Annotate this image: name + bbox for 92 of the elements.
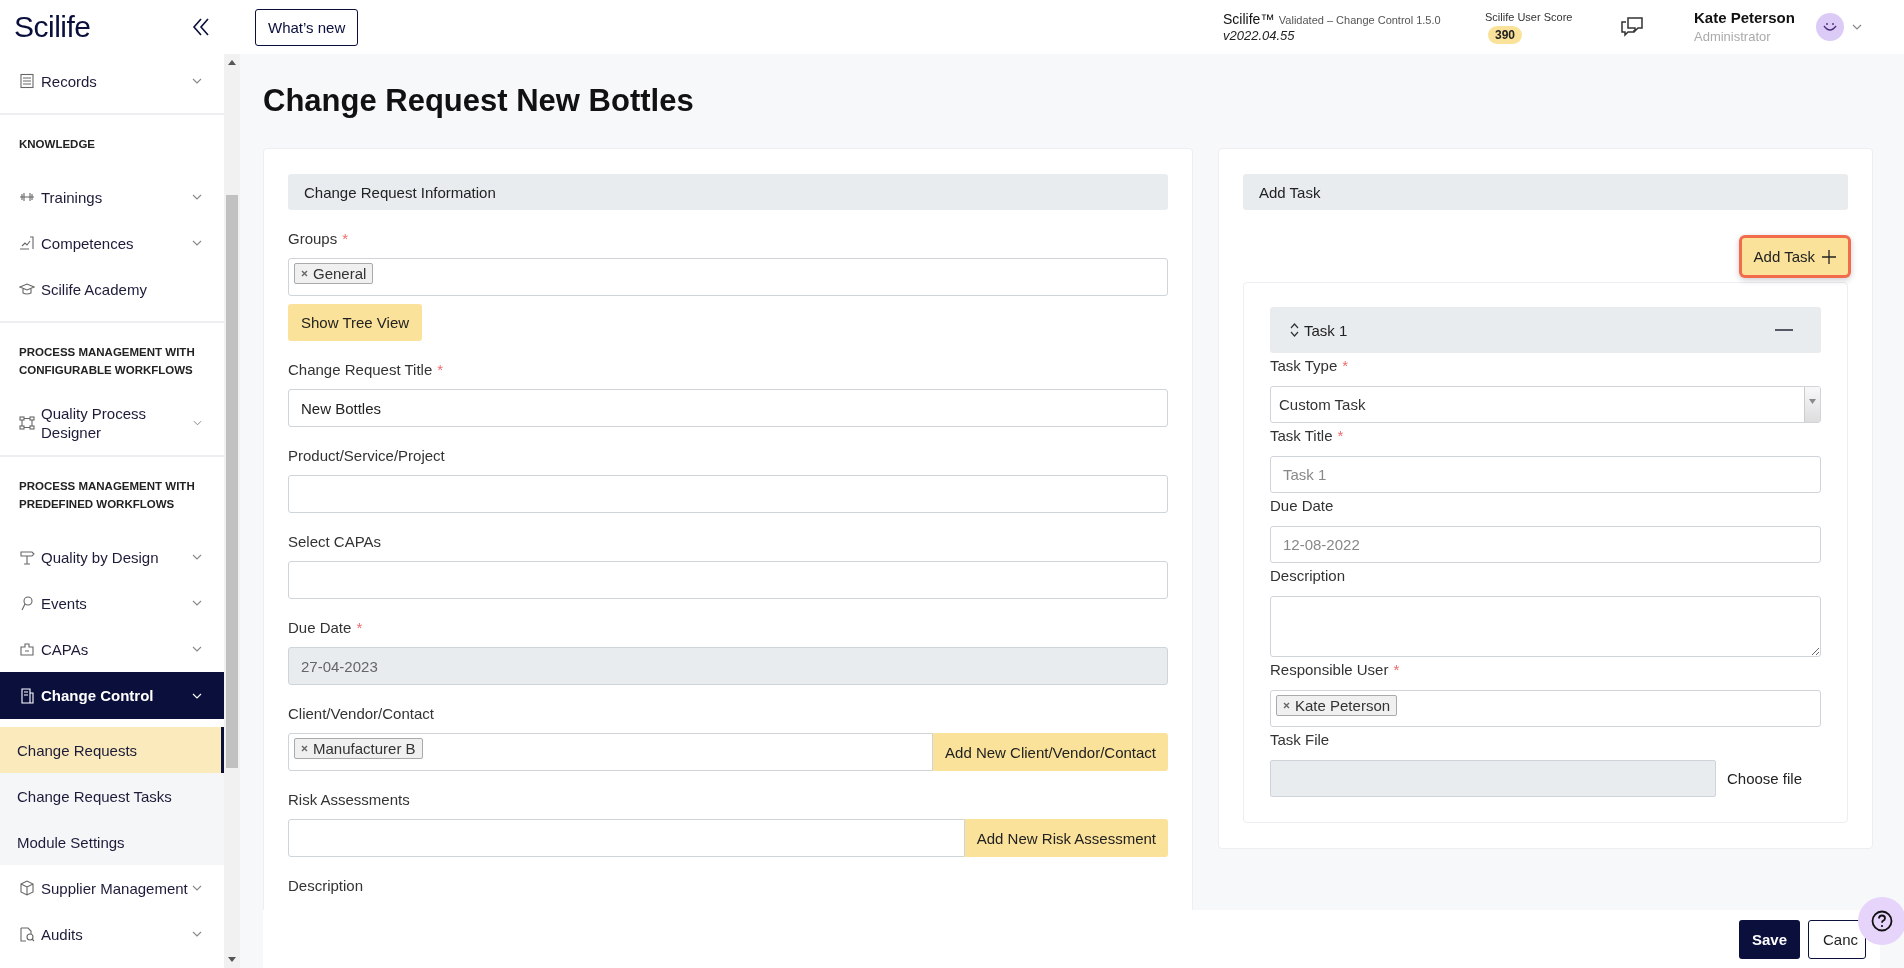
- field-label: Description: [288, 877, 364, 894]
- score-label: Scilife User Score: [1485, 10, 1573, 23]
- clipboard-icon: [19, 687, 35, 704]
- save-button[interactable]: Save: [1738, 919, 1800, 959]
- input-field[interactable]: Task 1: [1270, 456, 1821, 493]
- section-header: Add Task: [1243, 174, 1848, 210]
- submenu-item[interactable]: Change Request Tasks: [0, 773, 224, 819]
- add-button[interactable]: Add New Risk Assessment: [964, 819, 1168, 857]
- required-mark: *: [342, 230, 349, 247]
- cancel-button[interactable]: Canc: [1808, 919, 1866, 959]
- validation-text: Validated – Change Control 1.5.0: [1278, 13, 1441, 26]
- field-label: Risk Assessments: [288, 791, 410, 808]
- sidebar-item[interactable]: Audits: [0, 911, 224, 957]
- required-mark: *: [1342, 357, 1349, 374]
- remove-icon[interactable]: [301, 745, 308, 752]
- help-icon: [1871, 910, 1893, 932]
- choose-file-button[interactable]: Choose file: [1719, 770, 1811, 787]
- chat-icon[interactable]: [1620, 16, 1644, 38]
- tree-view-button[interactable]: Show Tree View: [288, 304, 423, 341]
- sidebar-item[interactable]: Quality Process Designer: [0, 400, 224, 446]
- input-field[interactable]: 12-08-2022: [1270, 526, 1821, 563]
- field-label: Due Date: [288, 619, 352, 636]
- tag: Manufacturer B: [294, 738, 423, 759]
- file-field[interactable]: [1270, 760, 1716, 797]
- avatar-icon[interactable]: [1816, 13, 1844, 41]
- tags-field[interactable]: Manufacturer B: [288, 733, 934, 771]
- whats-new-button[interactable]: What’s new: [255, 8, 359, 46]
- required-mark: *: [1393, 661, 1400, 678]
- version-text: v2022.04.55: [1223, 27, 1296, 44]
- add-task-button[interactable]: Add Task: [1741, 238, 1848, 275]
- field-label: Change Request Title: [288, 361, 433, 378]
- logo: Scilife: [14, 10, 91, 44]
- sidebar-item[interactable]: CAPAs: [0, 626, 224, 672]
- sidebar-item[interactable]: Events: [0, 580, 224, 626]
- scroll-up-icon[interactable]: [228, 60, 236, 65]
- sidebar-item[interactable]: Change Control: [0, 672, 224, 719]
- dropdown-arrow-icon[interactable]: [1809, 399, 1816, 404]
- required-mark: *: [437, 361, 444, 378]
- chevron-down-icon[interactable]: [1852, 24, 1862, 30]
- document-icon: [19, 73, 35, 89]
- submenu-item[interactable]: Change Requests: [0, 727, 224, 773]
- product-name: Scilife™: [1223, 10, 1275, 27]
- tags-field[interactable]: Kate Peterson: [1270, 690, 1821, 727]
- field-label: Select CAPAs: [288, 533, 382, 550]
- score-badge: 390: [1488, 25, 1523, 44]
- submenu-item[interactable]: Module Settings: [0, 819, 224, 865]
- field-label: Responsible User: [1270, 661, 1389, 678]
- user-role: Administrator: [1694, 28, 1772, 46]
- nodes-icon: [19, 415, 35, 431]
- select-field[interactable]: Custom Task: [1270, 386, 1821, 423]
- section-header: Change Request Information: [288, 174, 1168, 210]
- box-icon: [19, 880, 35, 896]
- sidebar-item[interactable]: Competences: [0, 220, 224, 266]
- remove-icon[interactable]: [1283, 702, 1290, 709]
- search-icon: [19, 926, 35, 942]
- field-label: Due Date: [1270, 497, 1334, 514]
- signpost-icon: [19, 549, 35, 565]
- input-field[interactable]: [288, 819, 965, 857]
- sort-icon[interactable]: [1290, 323, 1299, 337]
- help-button[interactable]: [1858, 897, 1904, 945]
- graduation-cap-icon: [19, 281, 35, 297]
- field-label: Task Title: [1270, 427, 1333, 444]
- field-label: Client/Vendor/Contact: [288, 705, 434, 722]
- sidebar-item[interactable]: Supplier Management: [0, 865, 224, 911]
- field-label: Groups: [288, 230, 338, 247]
- tag: Kate Peterson: [1276, 695, 1398, 716]
- scroll-down-icon[interactable]: [228, 957, 236, 962]
- sidebar-item[interactable]: Trainings: [0, 174, 224, 220]
- collapse-icon[interactable]: [192, 17, 210, 37]
- plus-icon: [1822, 249, 1836, 264]
- remove-icon[interactable]: [301, 270, 308, 277]
- input-field[interactable]: [288, 475, 1168, 513]
- required-mark: *: [1337, 427, 1344, 444]
- field-label: Description: [1270, 567, 1346, 584]
- user-name: Kate Peterson: [1694, 8, 1796, 27]
- chart-icon: [19, 235, 35, 251]
- tags-field[interactable]: General: [288, 258, 1168, 296]
- field-label: Product/Service/Project: [288, 447, 445, 464]
- task-title: Task 1: [1304, 321, 1348, 339]
- required-mark: *: [356, 619, 363, 636]
- add-button[interactable]: Add New Client/Vendor/Contact: [933, 733, 1168, 771]
- input-field[interactable]: New Bottles: [288, 389, 1168, 427]
- task-header[interactable]: Task 1: [1270, 307, 1821, 353]
- field-label: Task Type: [1270, 357, 1338, 374]
- input-field[interactable]: [288, 561, 1168, 599]
- tag: General: [294, 263, 374, 284]
- sidebar-item[interactable]: Scilife Academy: [0, 266, 224, 312]
- sidebar-item[interactable]: Records: [0, 58, 224, 104]
- page-title: Change Request New Bottles: [263, 82, 695, 120]
- sidebar-item[interactable]: Quality by Design: [0, 534, 224, 580]
- scrollbar[interactable]: [224, 54, 240, 968]
- field-label: Task File: [1270, 731, 1330, 748]
